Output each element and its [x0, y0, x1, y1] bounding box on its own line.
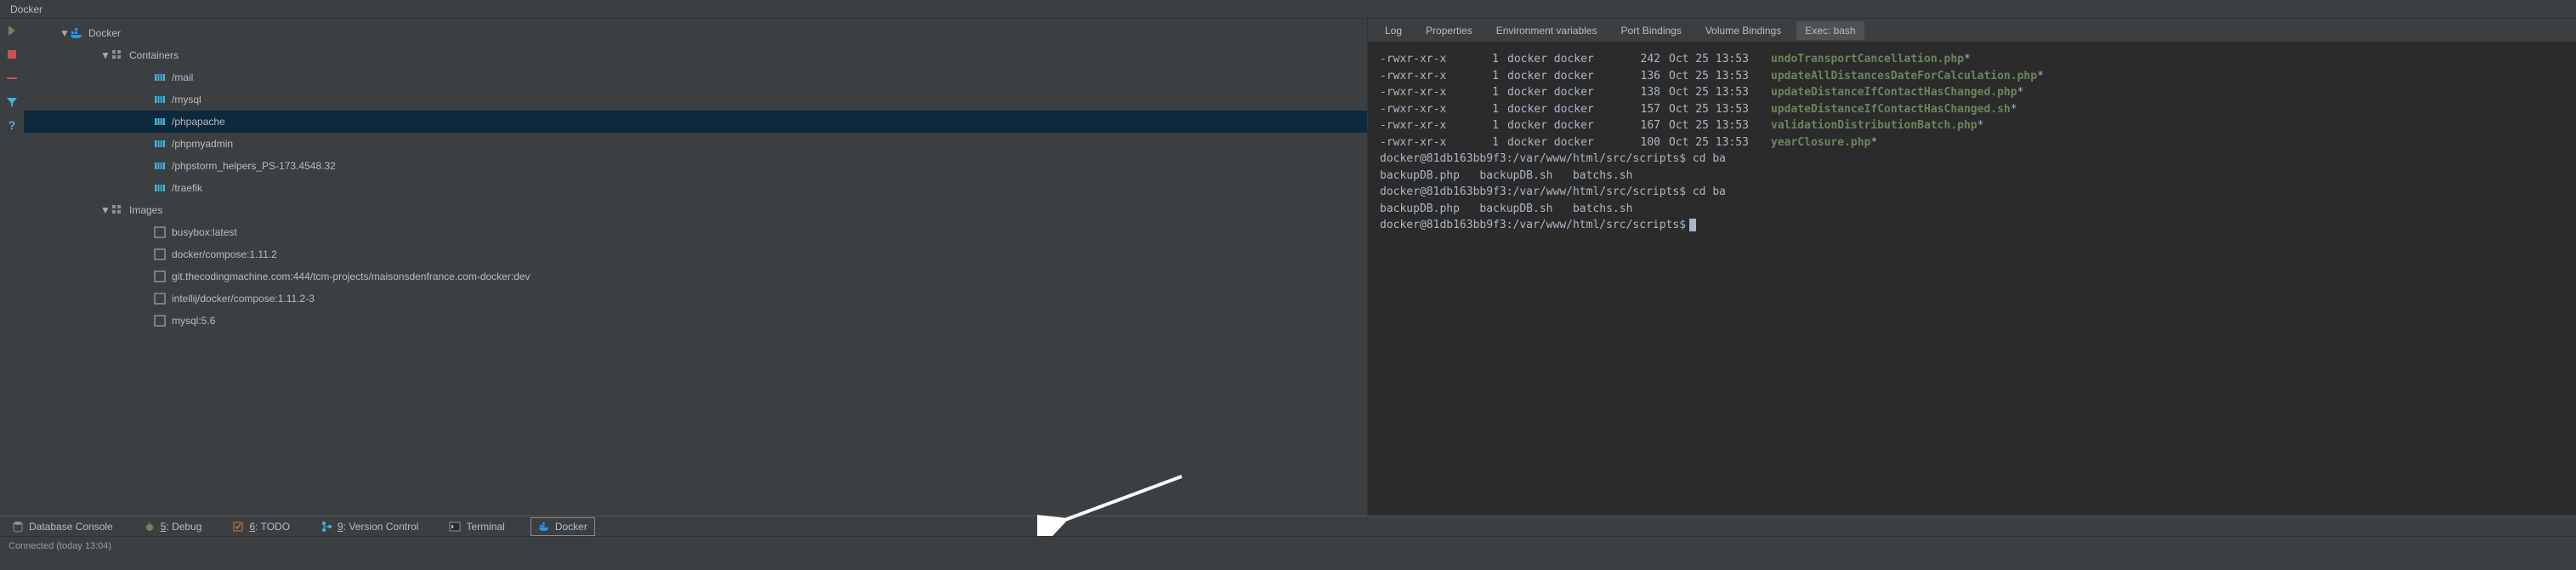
tree-container-phpstorm-helpers[interactable]: ▼ /phpstorm_helpers_PS-173.4548.32	[24, 155, 1367, 177]
tab-label: Port Bindings	[1620, 25, 1681, 37]
tree-container-mysql[interactable]: ▼ /mysql	[24, 88, 1367, 111]
image-icon	[153, 314, 167, 328]
docker-icon	[538, 521, 550, 533]
bottom-toolbar: Database Console 5: Debug 6: TODO 9: Ver…	[0, 516, 2576, 536]
bug-icon	[144, 521, 156, 533]
image-icon	[153, 270, 167, 283]
docker-icon	[70, 26, 83, 40]
vcs-icon	[321, 521, 332, 533]
image-icon	[153, 225, 167, 239]
tree-container-phpmyadmin[interactable]: ▼ /phpmyadmin	[24, 133, 1367, 155]
tabs-row: Log Properties Environment variables Por…	[1368, 19, 2576, 43]
minus-icon[interactable]	[5, 71, 19, 85]
toolwindow-label: 9: Version Control	[338, 521, 418, 533]
image-label: git.thecodingmachine.com:444/tcm-project…	[172, 271, 531, 282]
panel-header: Docker	[0, 0, 2576, 19]
toolwindow-terminal[interactable]: Terminal	[444, 519, 509, 534]
svg-text:?: ?	[9, 119, 16, 132]
tree-image-mysql[interactable]: ▼ mysql:5.6	[24, 310, 1367, 332]
filter-icon[interactable]	[5, 95, 19, 109]
toolwindow-label: Database Console	[29, 521, 113, 533]
toolwindow-debug[interactable]: 5: Debug	[139, 519, 207, 534]
database-icon	[12, 521, 24, 533]
tree-root-docker[interactable]: ▼ Docker	[24, 22, 1367, 44]
tree-panel: ▼ Docker ▼ Containers ▼ /mail ▼ /mysql ▼	[24, 19, 1367, 516]
tab-volumes[interactable]: Volume Bindings	[1697, 21, 1790, 40]
containers-label: Containers	[129, 49, 179, 61]
folder-icon	[111, 203, 124, 217]
detail-panel: Log Properties Environment variables Por…	[1367, 19, 2576, 516]
terminal-icon	[449, 521, 461, 533]
folder-icon	[111, 48, 124, 62]
tab-properties[interactable]: Properties	[1417, 21, 1481, 40]
tab-label: Exec: bash	[1805, 25, 1855, 37]
panel-title: Docker	[10, 3, 43, 15]
toolwindow-label: 6: TODO	[249, 521, 290, 533]
left-toolbar: ?	[0, 19, 24, 516]
toolwindow-label: Docker	[555, 521, 587, 533]
tree-image-compose[interactable]: ▼ docker/compose:1.11.2	[24, 243, 1367, 265]
toolwindow-label: 5: Debug	[161, 521, 202, 533]
expand-arrow-icon[interactable]: ▼	[100, 204, 111, 216]
container-label: /phpmyadmin	[172, 138, 233, 150]
images-label: Images	[129, 204, 162, 216]
tab-env[interactable]: Environment variables	[1488, 21, 1606, 40]
tab-label: Volume Bindings	[1705, 25, 1781, 37]
container-icon	[153, 115, 167, 128]
toolwindow-label: Terminal	[466, 521, 504, 533]
toolwindow-todo[interactable]: 6: TODO	[227, 519, 295, 534]
tree-image-busybox[interactable]: ▼ busybox:latest	[24, 221, 1367, 243]
tab-exec-bash[interactable]: Exec: bash	[1796, 21, 1864, 40]
tree-root-label: Docker	[88, 27, 121, 39]
container-icon	[153, 93, 167, 106]
tree-container-phpapache[interactable]: ▼ /phpapache	[24, 111, 1367, 133]
tab-log[interactable]: Log	[1376, 21, 1410, 40]
image-label: mysql:5.6	[172, 315, 215, 327]
status-text: Connected (today 13:04)	[9, 541, 111, 551]
image-label: intellij/docker/compose:1.11.2-3	[172, 293, 315, 305]
tab-ports[interactable]: Port Bindings	[1612, 21, 1689, 40]
tree-container-mail[interactable]: ▼ /mail	[24, 66, 1367, 88]
expand-arrow-icon[interactable]: ▼	[100, 49, 111, 61]
toolwindow-docker[interactable]: Docker	[531, 517, 595, 536]
status-bar: Connected (today 13:04)	[0, 536, 2576, 555]
todo-icon	[232, 521, 244, 533]
tree-images-node[interactable]: ▼ Images	[24, 199, 1367, 221]
image-label: docker/compose:1.11.2	[172, 248, 277, 260]
toolwindow-vcs[interactable]: 9: Version Control	[315, 519, 423, 534]
help-icon[interactable]: ?	[5, 119, 19, 133]
terminal-output[interactable]: -rwxr-xr-x1docker docker242Oct 25 13:53 …	[1368, 43, 2576, 516]
tab-label: Log	[1385, 25, 1402, 37]
tab-label: Properties	[1426, 25, 1472, 37]
run-icon[interactable]	[5, 24, 19, 37]
image-label: busybox:latest	[172, 226, 237, 238]
container-label: /phpstorm_helpers_PS-173.4548.32	[172, 160, 336, 172]
image-icon	[153, 292, 167, 305]
toolwindow-database-console[interactable]: Database Console	[7, 519, 118, 534]
container-label: /mail	[172, 71, 193, 83]
stop-icon[interactable]	[5, 48, 19, 61]
tree-container-traefik[interactable]: ▼ /traefik	[24, 177, 1367, 199]
container-icon	[153, 159, 167, 173]
container-icon	[153, 71, 167, 84]
container-label: /mysql	[172, 94, 201, 105]
container-icon	[153, 137, 167, 151]
container-label: /phpapache	[172, 116, 225, 128]
image-icon	[153, 248, 167, 261]
container-icon	[153, 181, 167, 195]
tab-label: Environment variables	[1496, 25, 1597, 37]
tree-containers-node[interactable]: ▼ Containers	[24, 44, 1367, 66]
container-label: /traefik	[172, 182, 202, 194]
tree-image-git[interactable]: ▼ git.thecodingmachine.com:444/tcm-proje…	[24, 265, 1367, 288]
tree-image-intellij[interactable]: ▼ intellij/docker/compose:1.11.2-3	[24, 288, 1367, 310]
expand-arrow-icon[interactable]: ▼	[60, 27, 70, 39]
